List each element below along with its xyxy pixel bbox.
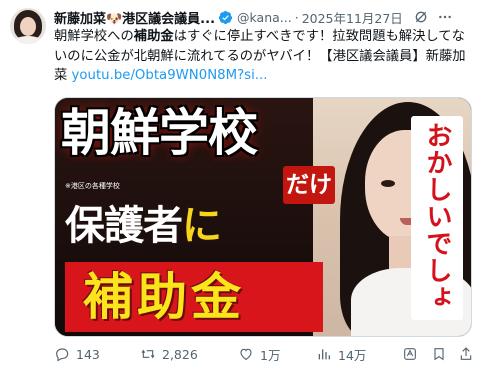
like-icon: [240, 348, 252, 360]
separator-dot: ·: [294, 9, 299, 25]
thumbnail-line2-main: 保護者: [65, 203, 183, 249]
thumbnail-line3: 補助金: [83, 268, 245, 326]
tweet-actions: 143 2,826 1万 14万: [54, 344, 474, 364]
tweet-date[interactable]: 2025年11月27日: [302, 8, 403, 27]
tweet-header: 新藤加菜🐶港区議会議員... @kana... · 2025年11月27日: [54, 7, 474, 27]
views-count: 14万: [338, 347, 367, 363]
bookmark-icon: [434, 348, 444, 361]
thumbnail-tag: だけ: [283, 166, 335, 204]
thumbnail-headline: 朝鮮学校: [61, 103, 258, 162]
verified-badge-icon: [218, 10, 233, 24]
repost-button[interactable]: 2,826: [140, 346, 198, 362]
author-handle[interactable]: @kana...: [237, 10, 292, 25]
avatar-body: [13, 36, 43, 44]
media-thumbnail[interactable]: 朝鮮学校 だけ ※港区の各種学校 保護者に 補助金 おかしいでしょ: [54, 97, 472, 337]
thumbnail-line3-box: 補助金: [65, 262, 323, 332]
share-icon: [460, 347, 472, 360]
thumbnail-callout-box: おかしいでしょ: [411, 116, 463, 320]
more-icon[interactable]: [437, 9, 453, 25]
grok-action-icon: [404, 348, 416, 360]
author-name[interactable]: 新藤加菜🐶港区議会議員...: [54, 8, 215, 27]
thumbnail-note: ※港区の各種学校: [65, 182, 120, 190]
tweet-text-bold: 補助金: [133, 29, 174, 44]
views-icon: [318, 349, 330, 360]
bookmark-button[interactable]: [431, 346, 453, 362]
views-button[interactable]: 14万: [316, 345, 366, 364]
tweet-text-prefix: 朝鮮学校への: [54, 29, 134, 44]
grok-action-button[interactable]: [402, 346, 424, 362]
thumbnail-person-eye-left: [381, 180, 395, 187]
repost-count: 2,826: [162, 346, 198, 362]
grok-icon[interactable]: [413, 9, 429, 25]
avatar[interactable]: [10, 8, 46, 44]
repost-icon: [141, 349, 155, 359]
like-count: 1万: [260, 347, 281, 363]
like-button[interactable]: 1万: [238, 345, 280, 364]
avatar-face: [20, 17, 36, 36]
tweet[interactable]: 新藤加菜🐶港区議会議員... @kana... · 2025年11月27日 朝鮮…: [0, 0, 480, 369]
reply-count: 143: [76, 346, 100, 362]
reply-icon: [56, 348, 69, 362]
tweet-link[interactable]: youtu.be/Obta9WN0N8M?si...: [72, 68, 268, 83]
thumbnail-line2-particle: に: [182, 203, 222, 249]
tweet-text: 朝鮮学校への補助金はすぐに停止すべきです！拉致問題も解決してないのに公金が北朝鮮…: [54, 27, 472, 86]
thumbnail-line2: 保護者に: [65, 198, 222, 254]
reply-button[interactable]: 143: [54, 346, 100, 362]
thumbnail-callout: おかしいでしょ: [422, 122, 452, 311]
share-button[interactable]: [458, 346, 480, 362]
